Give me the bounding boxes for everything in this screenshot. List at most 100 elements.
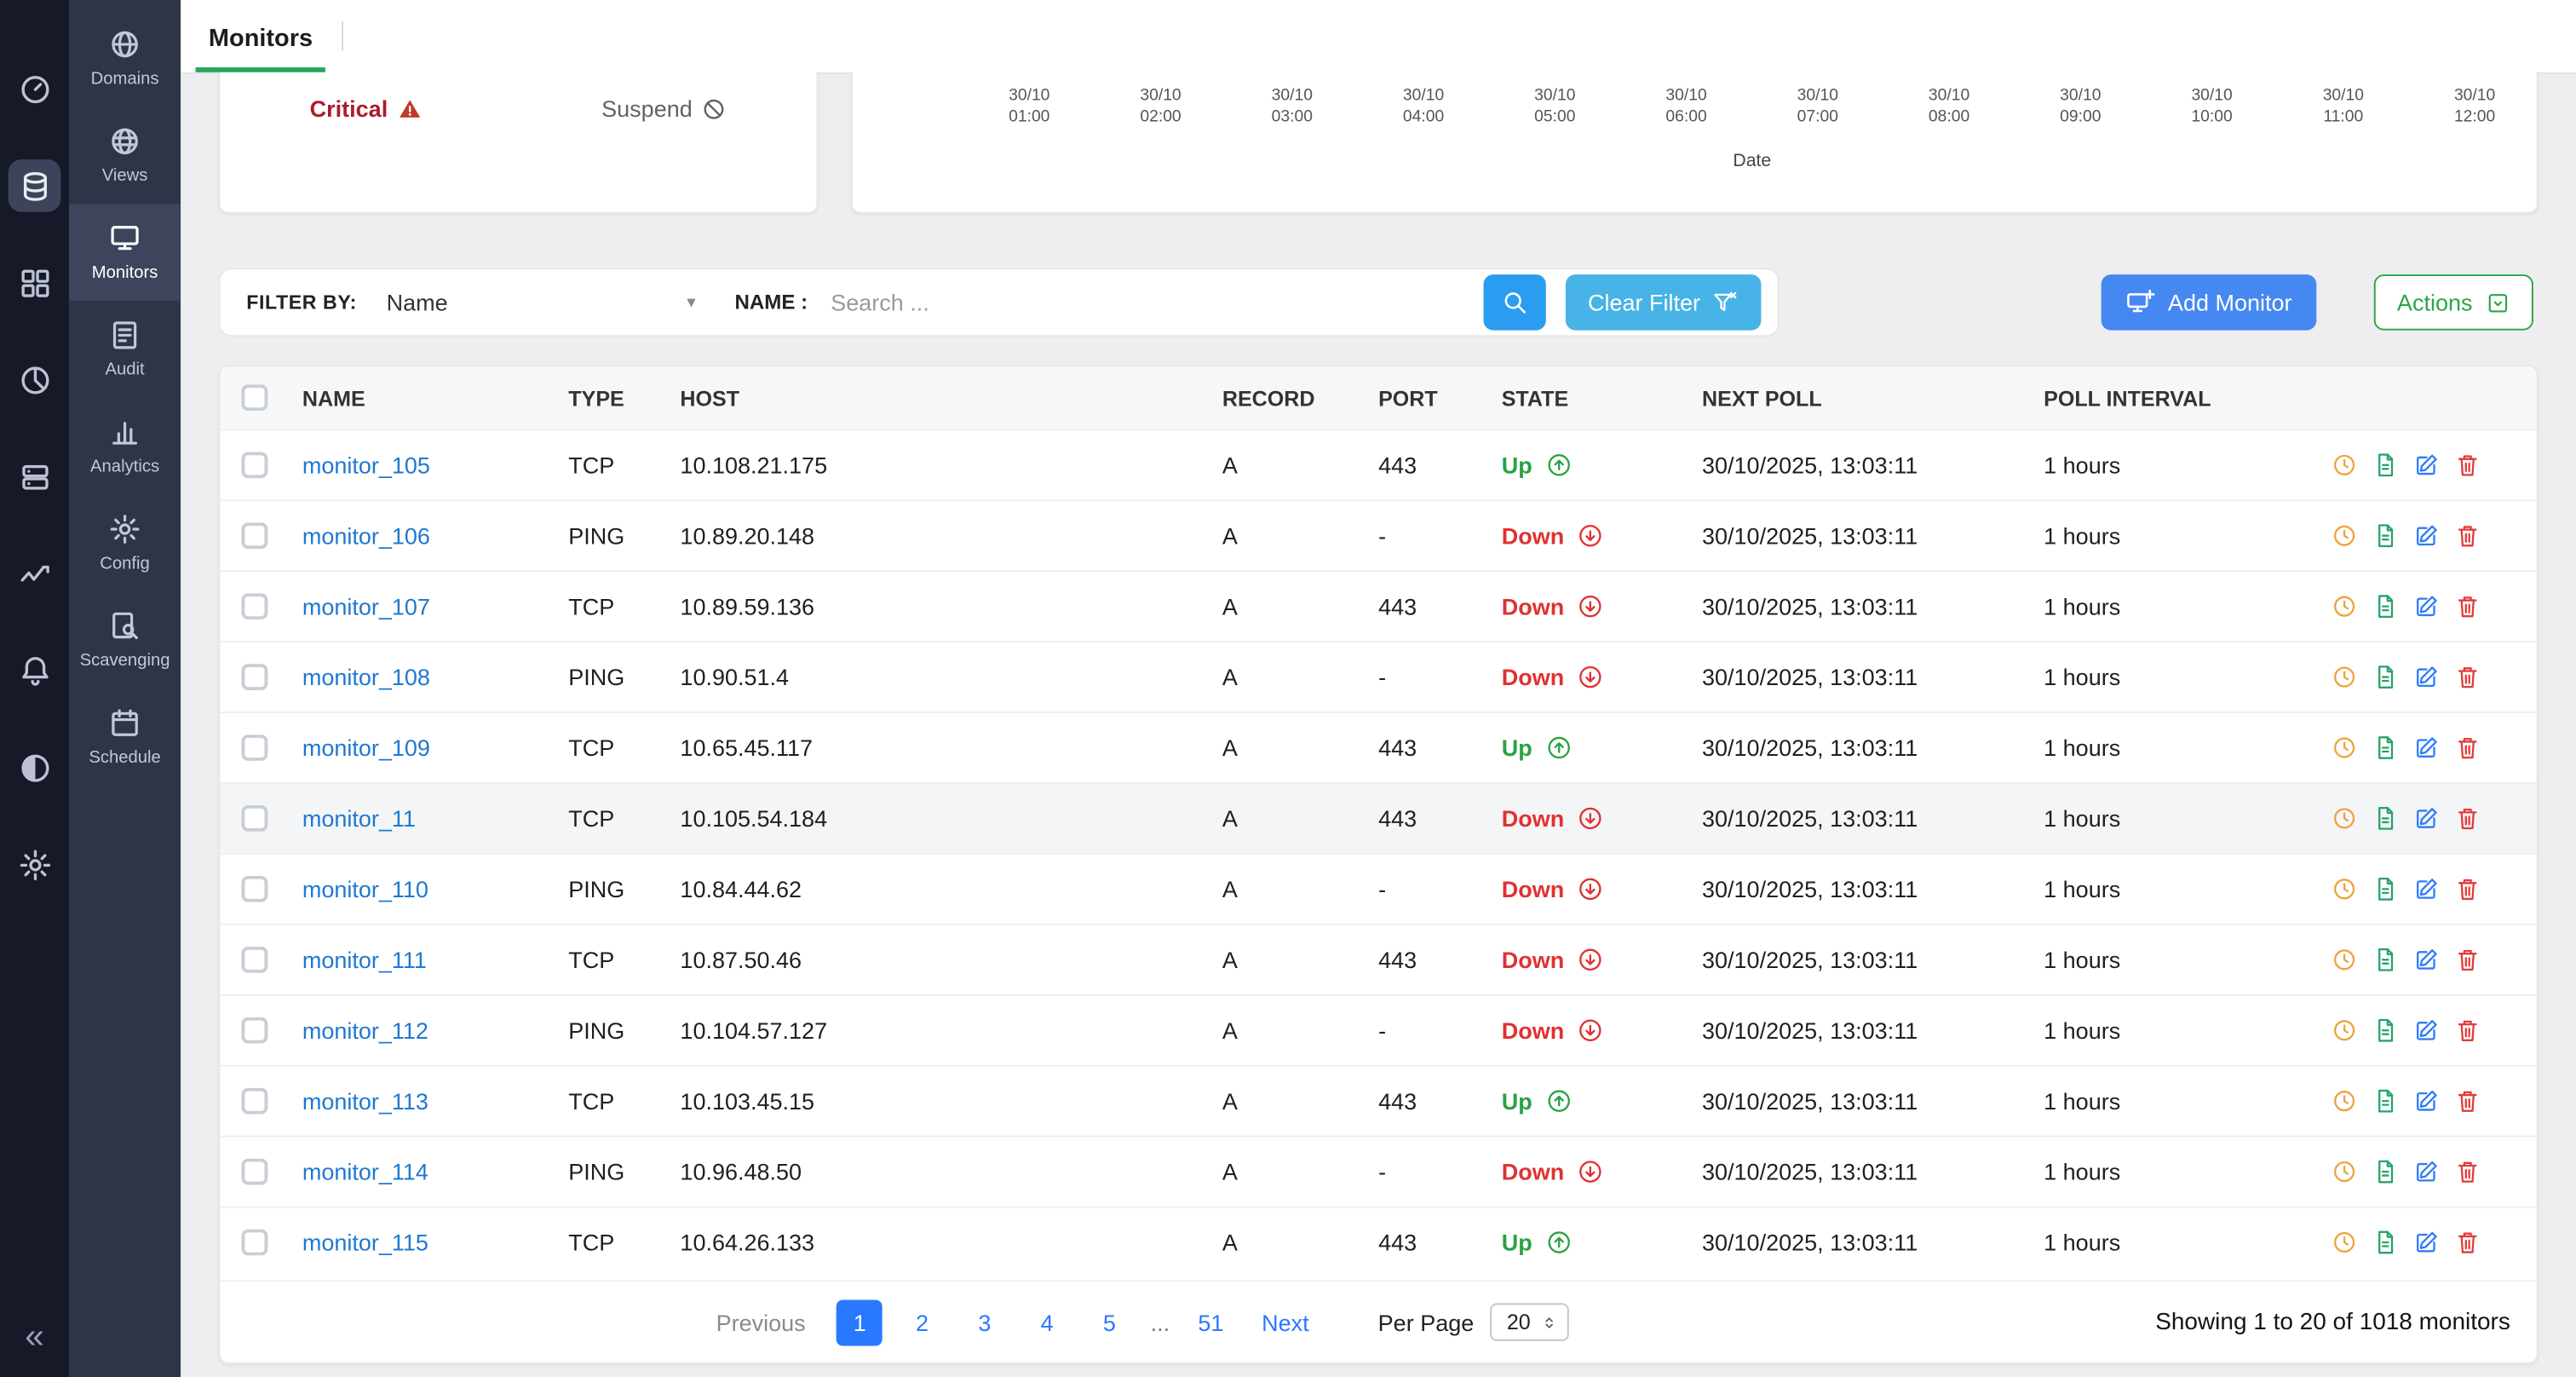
page-button[interactable]: 3 <box>962 1299 1008 1345</box>
delete-icon[interactable] <box>2454 522 2481 549</box>
page-button[interactable]: 1 <box>837 1299 883 1345</box>
clear-filter-button[interactable]: Clear Filter <box>1565 274 1761 331</box>
log-file-icon[interactable] <box>2372 1088 2399 1115</box>
page-button[interactable]: 5 <box>1086 1299 1132 1345</box>
rail-item-dns[interactable] <box>9 159 61 212</box>
delete-icon[interactable] <box>2454 876 2481 902</box>
sidebar-item-monitors[interactable]: Monitors <box>69 204 181 301</box>
row-checkbox[interactable] <box>241 805 267 832</box>
edit-icon[interactable] <box>2413 1159 2440 1185</box>
row-checkbox[interactable] <box>241 876 267 902</box>
row-checkbox[interactable] <box>241 1017 267 1044</box>
row-checkbox[interactable] <box>241 1159 267 1185</box>
sidebar-item-config[interactable]: Config <box>69 494 181 591</box>
edit-icon[interactable] <box>2413 664 2440 690</box>
sidebar-item-analytics[interactable]: Analytics <box>69 398 181 495</box>
edit-icon[interactable] <box>2413 947 2440 973</box>
monitor-name-link[interactable]: monitor_107 <box>302 593 430 619</box>
clock-icon[interactable] <box>2332 876 2358 902</box>
page-button[interactable]: 4 <box>1024 1299 1070 1345</box>
edit-icon[interactable] <box>2413 1230 2440 1256</box>
row-checkbox[interactable] <box>241 522 267 549</box>
log-file-icon[interactable] <box>2372 1017 2399 1044</box>
edit-icon[interactable] <box>2413 805 2440 832</box>
row-checkbox[interactable] <box>241 1230 267 1256</box>
row-checkbox[interactable] <box>241 452 267 478</box>
delete-icon[interactable] <box>2454 1230 2481 1256</box>
delete-icon[interactable] <box>2454 947 2481 973</box>
clock-icon[interactable] <box>2332 1159 2358 1185</box>
log-file-icon[interactable] <box>2372 735 2399 761</box>
clock-icon[interactable] <box>2332 805 2358 832</box>
sidebar-item-audit[interactable]: Audit <box>69 301 181 398</box>
edit-icon[interactable] <box>2413 735 2440 761</box>
clock-icon[interactable] <box>2332 1017 2358 1044</box>
rail-item-notifications[interactable] <box>9 644 61 697</box>
search-input[interactable] <box>831 289 1482 315</box>
monitor-name-link[interactable]: monitor_106 <box>302 522 430 549</box>
monitor-name-link[interactable]: monitor_111 <box>302 947 427 973</box>
per-page-select[interactable]: 20 <box>1491 1303 1569 1340</box>
row-checkbox[interactable] <box>241 593 267 619</box>
rail-item-theme[interactable] <box>9 741 61 794</box>
clock-icon[interactable] <box>2332 947 2358 973</box>
log-file-icon[interactable] <box>2372 593 2399 619</box>
clock-icon[interactable] <box>2332 664 2358 690</box>
monitor-name-link[interactable]: monitor_115 <box>302 1230 428 1256</box>
actions-button[interactable]: Actions <box>2374 274 2533 331</box>
delete-icon[interactable] <box>2454 735 2481 761</box>
collapse-sidebar-button[interactable]: « <box>25 1320 44 1355</box>
edit-icon[interactable] <box>2413 522 2440 549</box>
edit-icon[interactable] <box>2413 876 2440 902</box>
sidebar-item-schedule[interactable]: Schedule <box>69 688 181 786</box>
delete-icon[interactable] <box>2454 1017 2481 1044</box>
log-file-icon[interactable] <box>2372 876 2399 902</box>
monitor-name-link[interactable]: monitor_110 <box>302 876 428 902</box>
monitor-name-link[interactable]: monitor_114 <box>302 1159 428 1185</box>
previous-page-button[interactable]: Previous <box>716 1309 806 1335</box>
log-file-icon[interactable] <box>2372 522 2399 549</box>
edit-icon[interactable] <box>2413 452 2440 478</box>
next-page-button[interactable]: Next <box>1262 1309 1309 1335</box>
edit-icon[interactable] <box>2413 593 2440 619</box>
monitor-name-link[interactable]: monitor_109 <box>302 735 430 761</box>
delete-icon[interactable] <box>2454 664 2481 690</box>
monitor-name-link[interactable]: monitor_11 <box>302 805 416 832</box>
monitor-name-link[interactable]: monitor_113 <box>302 1088 428 1115</box>
delete-icon[interactable] <box>2454 1159 2481 1185</box>
clock-icon[interactable] <box>2332 1088 2358 1115</box>
last-page-button[interactable]: 51 <box>1187 1299 1233 1345</box>
row-checkbox[interactable] <box>241 1088 267 1115</box>
log-file-icon[interactable] <box>2372 664 2399 690</box>
delete-icon[interactable] <box>2454 1088 2481 1115</box>
clock-icon[interactable] <box>2332 1230 2358 1256</box>
delete-icon[interactable] <box>2454 452 2481 478</box>
clock-icon[interactable] <box>2332 735 2358 761</box>
rail-item-settings[interactable] <box>9 838 61 891</box>
tab-monitors[interactable]: Monitors <box>195 5 325 72</box>
row-checkbox[interactable] <box>241 947 267 973</box>
rail-item-reports[interactable] <box>9 354 61 406</box>
log-file-icon[interactable] <box>2372 805 2399 832</box>
search-button[interactable] <box>1483 274 1545 331</box>
row-checkbox[interactable] <box>241 664 267 690</box>
sidebar-item-domains[interactable]: Domains <box>69 10 181 107</box>
delete-icon[interactable] <box>2454 805 2481 832</box>
rail-item-dashboard[interactable] <box>9 62 61 115</box>
log-file-icon[interactable] <box>2372 452 2399 478</box>
delete-icon[interactable] <box>2454 593 2481 619</box>
monitor-name-link[interactable]: monitor_105 <box>302 452 430 478</box>
log-file-icon[interactable] <box>2372 1230 2399 1256</box>
rail-item-apps[interactable] <box>9 256 61 309</box>
rail-item-activity[interactable] <box>9 547 61 600</box>
monitor-name-link[interactable]: monitor_108 <box>302 664 430 690</box>
log-file-icon[interactable] <box>2372 1159 2399 1185</box>
clock-icon[interactable] <box>2332 522 2358 549</box>
sidebar-item-views[interactable]: Views <box>69 107 181 204</box>
monitor-name-link[interactable]: monitor_112 <box>302 1017 428 1044</box>
edit-icon[interactable] <box>2413 1017 2440 1044</box>
rail-item-servers[interactable] <box>9 450 61 503</box>
clock-icon[interactable] <box>2332 452 2358 478</box>
edit-icon[interactable] <box>2413 1088 2440 1115</box>
filter-by-select[interactable]: Name ▼ <box>387 289 699 315</box>
